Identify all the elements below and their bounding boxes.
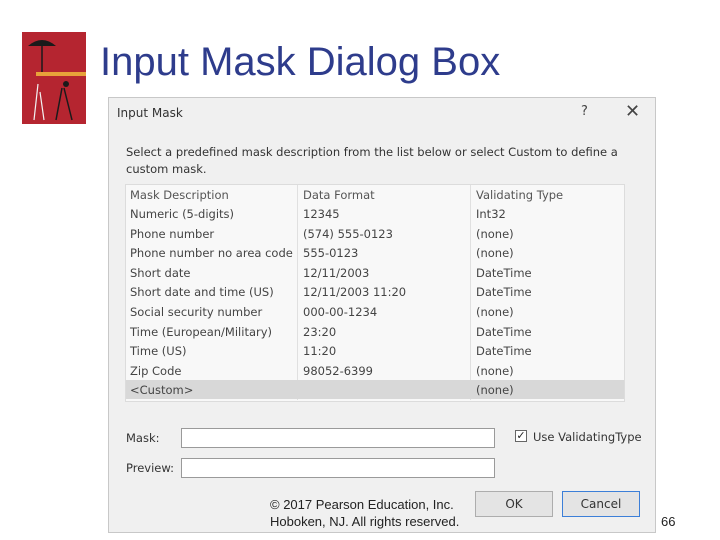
list-item[interactable]: Zip Code 98052-6399 (none): [126, 361, 624, 380]
validating-type-cell: (none): [476, 305, 514, 319]
mask-description-cell: Short date and time (US): [130, 285, 274, 300]
page-number: 66: [661, 514, 676, 529]
list-header: Mask Description Data Format Validating …: [126, 185, 624, 204]
ok-button[interactable]: OK: [475, 491, 553, 517]
list-item[interactable]: Time (US) 11:20 DateTime: [126, 341, 624, 360]
copyright-notice: © 2017 Pearson Education, Inc. Hoboken, …: [270, 496, 459, 530]
mask-description-cell: <Custom>: [130, 383, 194, 398]
validating-type-cell: DateTime: [476, 265, 532, 280]
data-format-cell: 000-00-1234: [303, 305, 378, 319]
help-button[interactable]: ?: [581, 104, 588, 119]
data-format-cell: 12/11/2003: [303, 265, 370, 280]
validating-type-cell: (none): [476, 383, 514, 398]
validating-type-cell: (none): [476, 246, 514, 261]
validating-type-cell: DateTime: [476, 285, 532, 300]
data-format-cell: 11:20: [303, 344, 337, 359]
column-header-data-format[interactable]: Data Format: [303, 188, 375, 202]
validating-type-cell: DateTime: [476, 324, 532, 339]
column-header-mask-description[interactable]: Mask Description: [130, 188, 229, 202]
column-header-validating-type[interactable]: Validating Type: [476, 188, 563, 202]
copyright-line-2: Hoboken, NJ. All rights reserved.: [270, 514, 460, 529]
list-item[interactable]: Time (European/Military) 23:20 DateTime: [126, 322, 624, 341]
validating-type-cell: DateTime: [476, 344, 532, 359]
mask-description-cell: Social security number: [130, 305, 263, 319]
preview-field[interactable]: [181, 458, 495, 478]
list-item[interactable]: <Custom> (none): [126, 380, 624, 400]
mask-description-cell: Short date: [130, 265, 191, 280]
mask-description-cell: Phone number no area code: [130, 246, 293, 261]
data-format-cell: 23:20: [303, 324, 337, 339]
use-validating-type-checkbox[interactable]: ✓: [515, 430, 527, 442]
mask-list[interactable]: Mask Description Data Format Validating …: [125, 184, 625, 402]
list-item[interactable]: Short date and time (US) 12/11/2003 11:20…: [126, 282, 624, 301]
list-item[interactable]: Phone number (574) 555-0123 (none): [126, 224, 624, 243]
data-format-cell: 12345: [303, 207, 340, 221]
data-format-cell: 12/11/2003 11:20: [303, 285, 407, 300]
slide-title: Input Mask Dialog Box: [100, 40, 501, 84]
mask-description-cell: Time (US): [130, 344, 187, 359]
data-format-cell: 98052-6399: [303, 363, 373, 378]
list-item[interactable]: Numeric (5-digits) 12345 Int32: [126, 204, 624, 223]
close-icon[interactable]: ✕: [625, 101, 640, 122]
mask-input[interactable]: [181, 428, 495, 448]
umbrella-figure-icon: [22, 32, 86, 124]
mask-description-cell: Numeric (5-digits): [130, 207, 234, 221]
list-item[interactable]: Social security number 000-00-1234 (none): [126, 302, 624, 321]
copyright-line-1: © 2017 Pearson Education, Inc.: [270, 497, 454, 512]
mask-description-cell: Time (European/Military): [130, 324, 273, 339]
publisher-logo: [22, 32, 86, 124]
list-item[interactable]: Short date 12/11/2003 DateTime: [126, 263, 624, 282]
validating-type-cell: Int32: [476, 207, 506, 221]
list-item[interactable]: Phone number no area code 555-0123 (none): [126, 243, 624, 262]
validating-type-cell: (none): [476, 363, 514, 378]
instruction-text: Select a predefined mask description fro…: [126, 145, 618, 176]
preview-label: Preview:: [126, 461, 175, 475]
validating-type-cell: (none): [476, 226, 514, 241]
data-format-cell: (574) 555-0123: [303, 226, 393, 241]
cancel-button[interactable]: Cancel: [562, 491, 640, 517]
mask-label: Mask:: [126, 431, 160, 445]
mask-description-cell: Zip Code: [130, 363, 182, 378]
mask-description-cell: Phone number: [130, 226, 215, 241]
data-format-cell: 555-0123: [303, 246, 359, 261]
use-validating-type-label: Use ValidatingType: [533, 430, 642, 444]
dialog-title: Input Mask: [117, 106, 183, 120]
input-mask-dialog: Input Mask ? ✕ Select a predefined mask …: [108, 97, 656, 533]
